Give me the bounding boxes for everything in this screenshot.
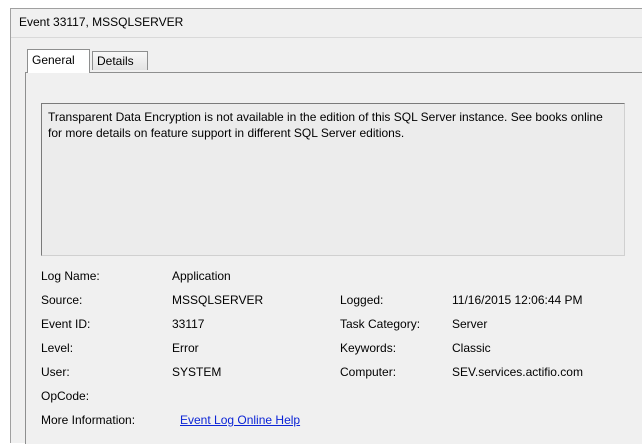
event-log-online-help-link[interactable]: Event Log Online Help [180,413,300,427]
event-properties-window: Event 33117, MSSQLSERVER General Details… [10,8,642,444]
task-category-label: Task Category: [340,317,421,331]
tab-general[interactable]: General [27,49,90,73]
computer-label: Computer: [340,365,397,379]
opcode-label: OpCode: [41,389,90,403]
logged-label: Logged: [340,293,384,307]
event-id-value[interactable]: 33117 [172,317,204,331]
source-label: Source: [41,293,83,307]
title-bar[interactable]: Event 33117, MSSQLSERVER [11,9,642,38]
task-category-value[interactable]: Server [452,317,487,331]
event-description-text[interactable]: Transparent Data Encryption is not avail… [41,103,625,256]
level-label: Level: [41,341,74,355]
general-tab-panel: Transparent Data Encryption is not avail… [25,72,642,444]
computer-value[interactable]: SEV.services.actifio.com [452,365,583,379]
source-value[interactable]: MSSQLSERVER [172,293,263,307]
logged-value[interactable]: 11/16/2015 12:06:44 PM [452,293,583,307]
log-name-value[interactable]: Application [172,269,231,283]
level-value[interactable]: Error [172,341,199,355]
more-information-label: More Information: [41,413,136,427]
user-value[interactable]: SYSTEM [172,365,221,379]
window-title: Event 33117, MSSQLSERVER [19,15,184,29]
keywords-value[interactable]: Classic [452,341,491,355]
event-id-label: Event ID: [41,317,91,331]
log-name-label: Log Name: [41,269,100,283]
tab-details[interactable]: Details [92,51,148,70]
keywords-label: Keywords: [340,341,397,355]
user-label: User: [41,365,70,379]
